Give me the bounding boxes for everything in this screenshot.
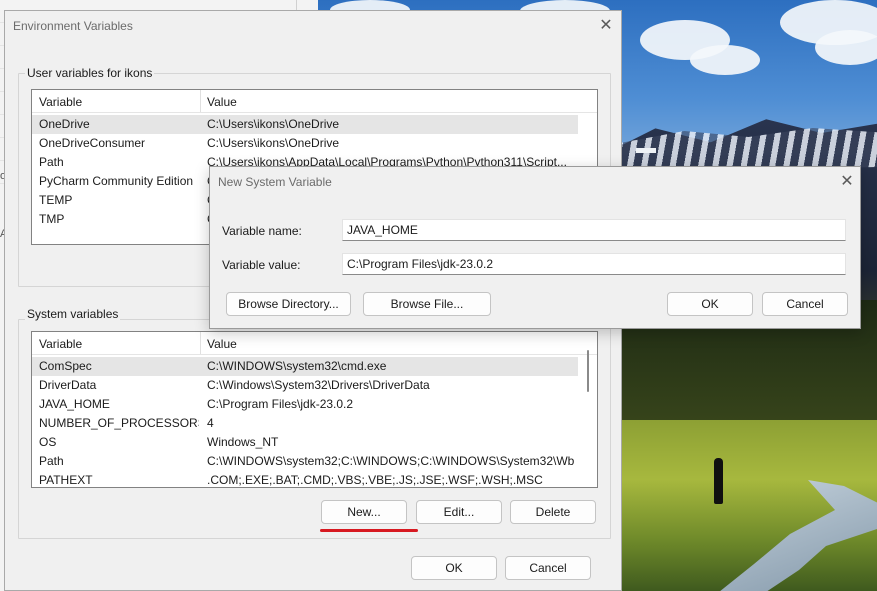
column-header-value[interactable]: Value	[207, 337, 237, 351]
wallpaper-boat	[636, 148, 656, 153]
column-divider[interactable]	[200, 332, 201, 354]
cell-variable: Path	[39, 155, 64, 169]
variable-name-label: Variable name:	[222, 224, 302, 238]
title-bar: New System Variable ✕	[210, 167, 860, 197]
list-header: Variable Value	[32, 90, 597, 113]
variable-value-label: Variable value:	[222, 258, 301, 272]
column-divider[interactable]	[200, 90, 201, 112]
cell-value: C:\WINDOWS\system32\cmd.exe	[207, 359, 387, 373]
cell-variable: OneDrive	[39, 117, 90, 131]
scrollbar-thumb[interactable]	[587, 350, 589, 392]
vertical-scrollbar[interactable]	[584, 332, 592, 487]
column-header-variable[interactable]: Variable	[39, 337, 82, 351]
cell-variable: DriverData	[39, 378, 97, 392]
browse-directory-button[interactable]: Browse Directory...	[226, 292, 351, 316]
system-variables-list[interactable]: Variable Value ComSpec C:\WINDOWS\system…	[31, 331, 598, 488]
table-row[interactable]: ComSpec C:\WINDOWS\system32\cmd.exe	[32, 357, 578, 376]
table-row[interactable]: JAVA_HOME C:\Program Files\jdk-23.0.2	[32, 395, 578, 414]
edit-button[interactable]: Edit...	[416, 500, 502, 524]
cell-value: C:\Users\ikons\OneDrive	[207, 117, 340, 131]
table-row[interactable]: PATHEXT .COM;.EXE;.BAT;.CMD;.VBS;.VBE;.J…	[32, 471, 578, 487]
annotation-underline	[320, 529, 418, 532]
column-header-value[interactable]: Value	[207, 95, 237, 109]
cancel-button[interactable]: Cancel	[762, 292, 848, 316]
cell-variable: NUMBER_OF_PROCESSORS	[39, 416, 199, 430]
cell-value: 4	[207, 416, 214, 430]
delete-button[interactable]: Delete	[510, 500, 596, 524]
dialog-title: New System Variable	[218, 175, 332, 189]
cell-variable: TEMP	[39, 193, 73, 207]
cell-variable: ComSpec	[39, 359, 92, 373]
cell-variable: PyCharm Community Edition	[39, 174, 194, 188]
cell-variable: PATHEXT	[39, 473, 93, 487]
table-row[interactable]: OS Windows_NT	[32, 433, 578, 452]
cancel-button[interactable]: Cancel	[505, 556, 591, 580]
close-icon[interactable]: ✕	[836, 171, 858, 193]
variable-name-field[interactable]: JAVA_HOME	[342, 219, 846, 241]
cell-value: C:\Program Files\jdk-23.0.2	[207, 397, 354, 411]
cell-value: Windows_NT	[207, 435, 279, 449]
wallpaper-cloud	[815, 30, 877, 65]
wallpaper-hiker	[714, 458, 723, 504]
close-icon[interactable]: ✕	[595, 15, 617, 37]
cell-value: C:\Users\ikons\OneDrive	[207, 136, 340, 150]
title-bar: Environment Variables ✕	[5, 11, 621, 41]
user-variables-label: User variables for ikons	[25, 66, 155, 80]
table-row[interactable]: OneDrive C:\Users\ikons\OneDrive	[32, 115, 578, 134]
cell-variable: JAVA_HOME	[39, 397, 110, 411]
cell-value: C:\WINDOWS\system32;C:\WINDOWS;C:\WINDOW…	[207, 454, 575, 468]
new-button[interactable]: New...	[321, 500, 407, 524]
cell-variable: TMP	[39, 212, 65, 226]
table-row[interactable]: DriverData C:\Windows\System32\Drivers\D…	[32, 376, 578, 395]
list-header: Variable Value	[32, 332, 597, 355]
column-header-variable[interactable]: Variable	[39, 95, 82, 109]
dialog-title: Environment Variables	[13, 19, 133, 33]
variable-value-field[interactable]: C:\Program Files\jdk-23.0.2	[342, 253, 846, 275]
cell-variable: Path	[39, 454, 64, 468]
cell-value: C:\Windows\System32\Drivers\DriverData	[207, 378, 430, 392]
cell-variable: OS	[39, 435, 57, 449]
ok-button[interactable]: OK	[667, 292, 753, 316]
wallpaper-cloud	[690, 45, 760, 75]
table-row[interactable]: NUMBER_OF_PROCESSORS 4	[32, 414, 578, 433]
table-row[interactable]: OneDriveConsumer C:\Users\ikons\OneDrive	[32, 134, 578, 153]
table-row[interactable]: Path C:\WINDOWS\system32;C:\WINDOWS;C:\W…	[32, 452, 578, 471]
cell-value: .COM;.EXE;.BAT;.CMD;.VBS;.VBE;.JS;.JSE;.…	[207, 473, 543, 487]
cell-variable: OneDriveConsumer	[39, 136, 146, 150]
ok-button[interactable]: OK	[411, 556, 497, 580]
new-system-variable-dialog: New System Variable ✕ Variable name: JAV…	[209, 166, 861, 329]
browse-file-button[interactable]: Browse File...	[363, 292, 491, 316]
system-variables-label: System variables	[25, 307, 121, 321]
